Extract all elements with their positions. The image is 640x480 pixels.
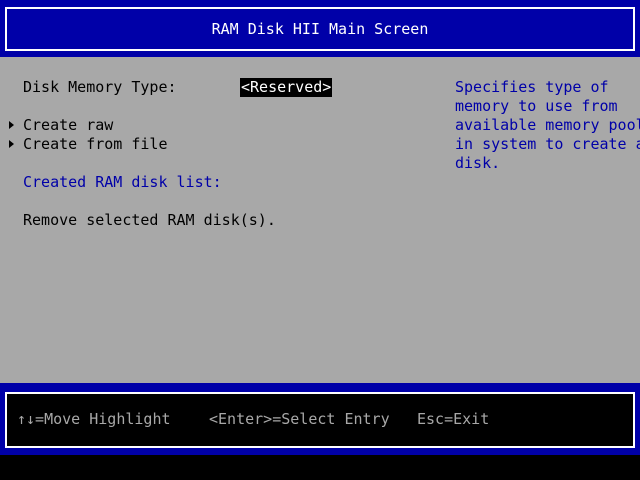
help-line: disk. (455, 154, 501, 172)
remove-disk-action[interactable]: Remove selected RAM disk(s). (23, 211, 276, 230)
disk-memory-type-select[interactable]: <Reserved> (240, 78, 333, 97)
disk-memory-type-label: Disk Memory Type: (23, 78, 177, 96)
page-title: RAM Disk HII Main Screen (211, 20, 429, 38)
help-panel: Specifies type of memory to use from ava… (455, 78, 640, 173)
create-from-file-link[interactable]: Create from file (23, 135, 168, 154)
footer-band: ↑↓=Move Highlight <Enter>=Select Entry E… (0, 383, 640, 455)
create-raw-link[interactable]: Create raw (23, 116, 113, 135)
created-disk-list-heading: Created RAM disk list: (23, 173, 222, 191)
help-line: memory to use from (455, 97, 618, 115)
header-band: RAM Disk HII Main Screen (0, 0, 640, 57)
submenu-arrow-icon (9, 121, 14, 129)
header-box: RAM Disk HII Main Screen (5, 7, 635, 51)
submenu-arrow-icon (9, 140, 14, 148)
move-highlight-hint: ↑↓=Move Highlight (17, 410, 171, 428)
exit-hint: Esc=Exit (417, 410, 490, 428)
bios-screen: RAM Disk HII Main Screen Disk Memory Typ… (0, 0, 640, 480)
form-area: Disk Memory Type: <Reserved> Create raw … (0, 57, 640, 383)
key-help-bar: ↑↓=Move Highlight <Enter>=Select Entry E… (5, 392, 635, 448)
help-line: Specifies type of (455, 78, 609, 96)
help-line: available memory pool (455, 116, 640, 134)
select-entry-hint: <Enter>=Select Entry (209, 410, 390, 428)
help-line: in system to create a (455, 135, 640, 153)
